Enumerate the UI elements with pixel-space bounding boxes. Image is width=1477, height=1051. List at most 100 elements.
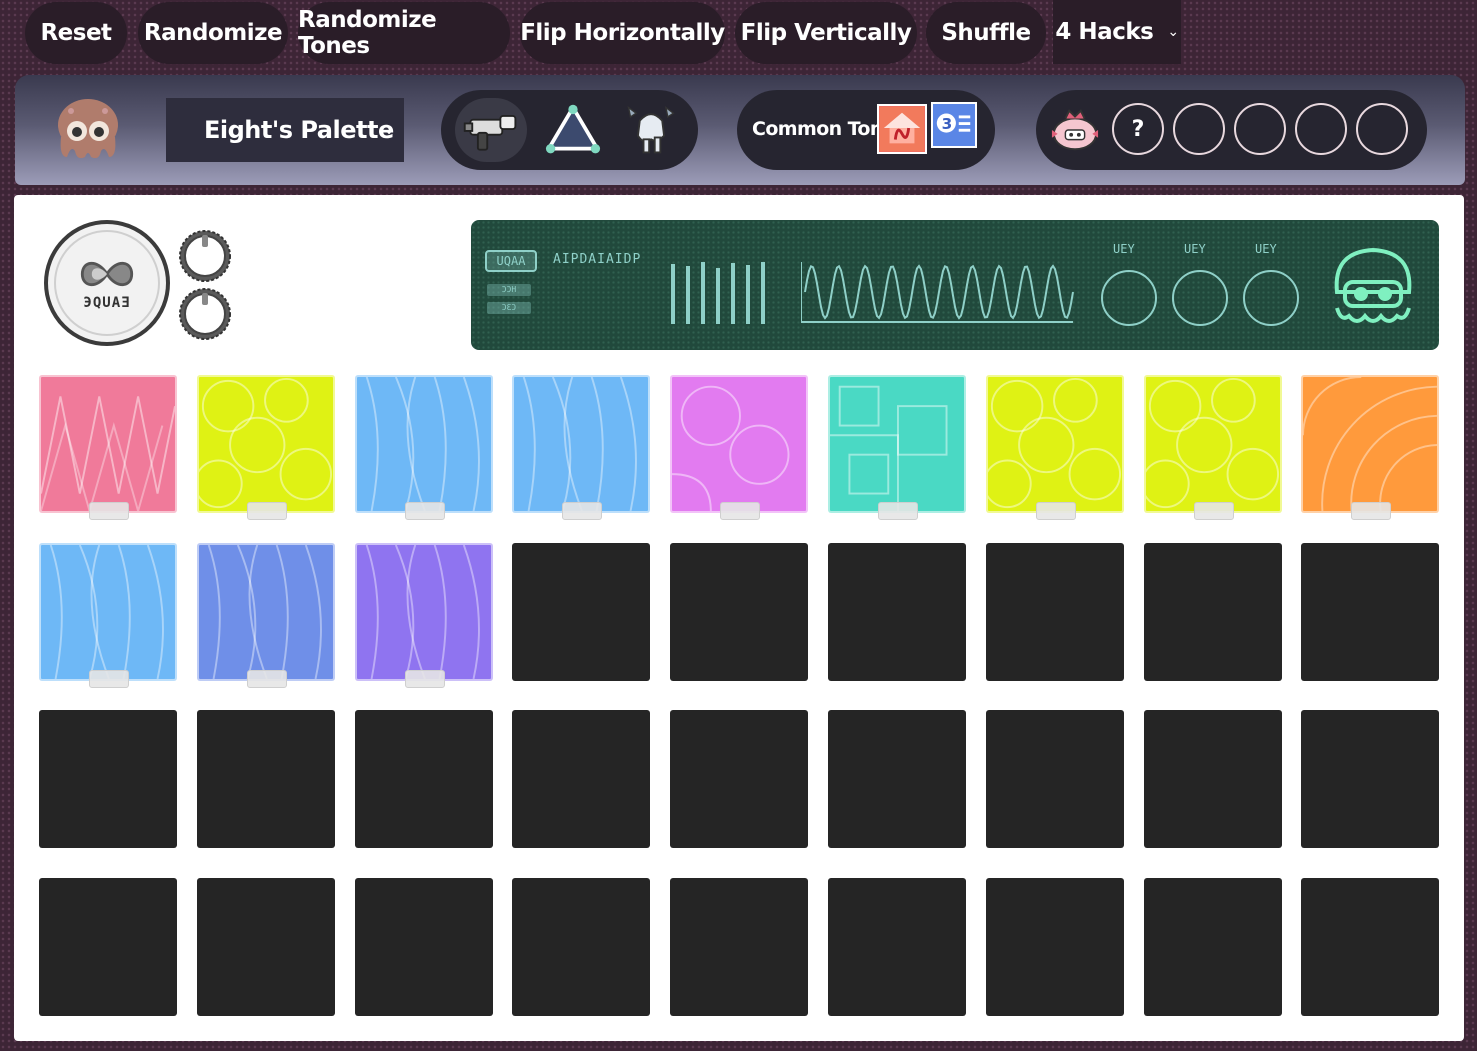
empty-pad[interactable] bbox=[986, 710, 1124, 848]
empty-pad[interactable] bbox=[1144, 710, 1282, 848]
pad-tab[interactable] bbox=[405, 670, 445, 688]
tone-sticker-red-icon[interactable] bbox=[877, 104, 927, 154]
tool-selector bbox=[441, 90, 698, 170]
pad-pattern-icon bbox=[1146, 377, 1280, 509]
empty-pad[interactable] bbox=[355, 878, 493, 1016]
hack-slot-5[interactable] bbox=[1356, 103, 1408, 155]
randomize-tones-button[interactable]: Randomize Tones bbox=[298, 2, 510, 64]
flip-horizontally-button[interactable]: Flip Horizontally bbox=[520, 2, 725, 64]
empty-pad[interactable] bbox=[197, 878, 335, 1016]
empty-pad[interactable] bbox=[1144, 543, 1282, 681]
display-mini-2: ƆƐƆ bbox=[487, 302, 531, 314]
empty-pad[interactable] bbox=[828, 543, 966, 681]
pad-pattern-icon bbox=[830, 385, 948, 511]
infinity-logo-icon bbox=[80, 261, 134, 287]
empty-pad[interactable] bbox=[828, 710, 966, 848]
pad-pattern-icon bbox=[522, 377, 637, 511]
empty-pad[interactable] bbox=[986, 543, 1124, 681]
sampler-panel: ЭQUAƎ UQAA AIPDAIAIDP ƆƆH ƆƐƆ UEY UEY UE… bbox=[14, 195, 1464, 1041]
pad-pattern-icon bbox=[988, 377, 1122, 509]
pad-tab[interactable] bbox=[720, 502, 760, 520]
hack-slots-panel: ? bbox=[1036, 90, 1427, 170]
pad-pattern-icon bbox=[672, 385, 790, 511]
empty-pad[interactable] bbox=[670, 710, 808, 848]
pad-tab[interactable] bbox=[1036, 502, 1076, 520]
empty-pad[interactable] bbox=[1144, 878, 1282, 1016]
pad-tab[interactable] bbox=[562, 502, 602, 520]
svg-text:3: 3 bbox=[942, 115, 953, 133]
empty-pad[interactable] bbox=[986, 878, 1124, 1016]
logo-text: ЭQUAƎ bbox=[83, 295, 131, 311]
sample-pad[interactable] bbox=[197, 375, 335, 520]
pad-pattern-icon bbox=[365, 377, 480, 511]
sample-pad[interactable] bbox=[355, 375, 493, 520]
pad-tab[interactable] bbox=[247, 502, 287, 520]
empty-pad[interactable] bbox=[1301, 543, 1439, 681]
empty-pad[interactable] bbox=[355, 710, 493, 848]
ring-label-3: UEY bbox=[1255, 242, 1277, 256]
knob-top-icon[interactable] bbox=[178, 229, 232, 283]
triangle-tool-icon[interactable] bbox=[541, 98, 605, 162]
sample-pad[interactable] bbox=[1301, 375, 1439, 520]
pad-tab[interactable] bbox=[1351, 502, 1391, 520]
ring-label-1: UEY bbox=[1113, 242, 1135, 256]
display-ring-2 bbox=[1172, 270, 1228, 326]
reset-button[interactable]: Reset bbox=[25, 2, 127, 64]
common-tones-panel: Common Tones 3 bbox=[737, 90, 995, 170]
pad-tab[interactable] bbox=[89, 502, 129, 520]
empty-pad[interactable] bbox=[828, 878, 966, 1016]
sample-pad[interactable] bbox=[828, 375, 966, 520]
empty-pad[interactable] bbox=[39, 710, 177, 848]
pad-tab[interactable] bbox=[878, 502, 918, 520]
empty-pad[interactable] bbox=[1301, 710, 1439, 848]
hack-slot-3[interactable] bbox=[1234, 103, 1286, 155]
sample-pad[interactable] bbox=[355, 543, 493, 688]
shuffle-button[interactable]: Shuffle bbox=[926, 2, 1046, 64]
empty-pad[interactable] bbox=[670, 878, 808, 1016]
sample-pad[interactable] bbox=[986, 375, 1124, 520]
display-tag: UQAA bbox=[485, 250, 537, 272]
hacks-dropdown[interactable]: 4 Hacks ⌄ bbox=[1053, 0, 1181, 64]
hack-slot-1[interactable]: ? bbox=[1112, 103, 1164, 155]
chevron-down-icon: ⌄ bbox=[1167, 24, 1179, 40]
sample-pad[interactable] bbox=[512, 375, 650, 520]
ring-label-2: UEY bbox=[1184, 242, 1206, 256]
knob-bottom-icon[interactable] bbox=[178, 287, 232, 341]
sample-pad[interactable] bbox=[1144, 375, 1282, 520]
display-text: AIPDAIAIDP bbox=[553, 252, 642, 267]
randomize-button[interactable]: Randomize bbox=[138, 2, 288, 64]
sample-pad[interactable] bbox=[39, 543, 177, 688]
empty-pad[interactable] bbox=[512, 878, 650, 1016]
chevron-down-icon: ⌄ bbox=[383, 122, 395, 138]
empty-pad[interactable] bbox=[39, 878, 177, 1016]
empty-pad[interactable] bbox=[512, 543, 650, 681]
flip-vertically-button[interactable]: Flip Vertically bbox=[735, 2, 917, 64]
sample-pad[interactable] bbox=[197, 543, 335, 688]
hack-slot-4[interactable] bbox=[1295, 103, 1347, 155]
pad-tab[interactable] bbox=[247, 670, 287, 688]
header-bar: Eight's Palette ⌄ Common Tones 3 ? bbox=[15, 75, 1465, 185]
palette-select[interactable]: Eight's Palette ⌄ bbox=[166, 98, 404, 162]
pad-tab[interactable] bbox=[89, 670, 129, 688]
character-pose-icon[interactable] bbox=[619, 98, 683, 162]
splattershot-icon[interactable] bbox=[455, 98, 527, 162]
pad-pattern-icon bbox=[365, 545, 480, 679]
empty-pad[interactable] bbox=[670, 543, 808, 681]
hack-slot-2[interactable] bbox=[1173, 103, 1225, 155]
empty-pad[interactable] bbox=[512, 710, 650, 848]
sample-pad[interactable] bbox=[670, 375, 808, 520]
pink-mascot-icon bbox=[1046, 104, 1104, 156]
display-mini-1: ƆƆH bbox=[487, 284, 531, 296]
tone-sticker-blue-icon[interactable]: 3 bbox=[931, 102, 977, 148]
empty-pad[interactable] bbox=[197, 710, 335, 848]
pad-pattern-icon bbox=[199, 377, 333, 509]
level-meters-icon bbox=[671, 262, 765, 324]
pad-tab[interactable] bbox=[405, 502, 445, 520]
hacks-label: 4 Hacks bbox=[1055, 19, 1154, 45]
squid-logo-disc[interactable]: ЭQUAƎ bbox=[44, 220, 170, 346]
sample-pad[interactable] bbox=[39, 375, 177, 520]
pad-pattern-icon bbox=[49, 545, 164, 679]
pad-grid bbox=[39, 375, 1439, 1016]
pad-tab[interactable] bbox=[1194, 502, 1234, 520]
empty-pad[interactable] bbox=[1301, 878, 1439, 1016]
